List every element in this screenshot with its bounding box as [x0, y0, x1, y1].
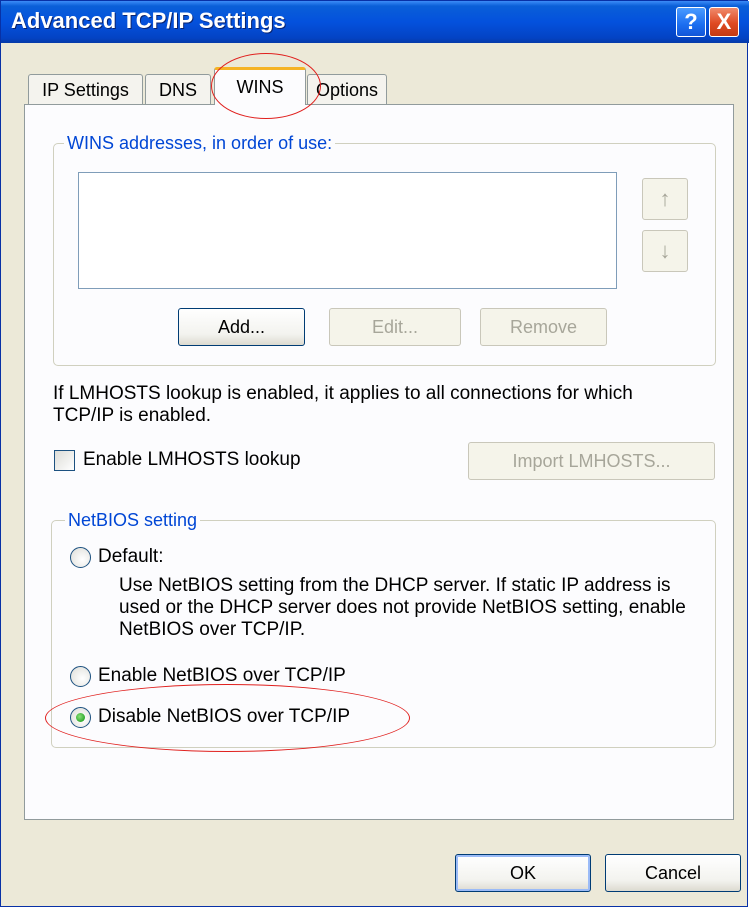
edit-button[interactable]: Edit... [329, 308, 461, 346]
radio-default-label[interactable]: Default: [98, 546, 163, 568]
radio-default[interactable] [70, 547, 91, 568]
edit-button-label: Edit... [371, 316, 419, 337]
wins-group-label: WINS addresses, in order of use: [64, 133, 336, 154]
arrow-up-icon: ↑ [659, 186, 671, 211]
cancel-button[interactable]: Cancel [605, 854, 741, 892]
radio-disable-netbios-label[interactable]: Disable NetBIOS over TCP/IP [98, 706, 350, 728]
move-down-button[interactable]: ↓ [642, 230, 688, 272]
remove-button[interactable]: Remove [480, 308, 607, 346]
radio-selected-dot [76, 713, 85, 722]
wins-addresses-list[interactable] [78, 172, 617, 289]
remove-button-label: Remove [509, 316, 578, 337]
panel-content: WINS addresses, in order of use: ↑ ↓ Add… [1, 1, 749, 908]
lmhosts-info-text: If LMHOSTS lookup is enabled, it applies… [53, 383, 633, 426]
default-description: Use NetBIOS setting from the DHCP server… [119, 575, 686, 640]
annotation-circle-wins-tab [211, 53, 321, 119]
lmhosts-checkbox-label[interactable]: Enable LMHOSTS lookup [83, 449, 301, 471]
radio-enable-netbios-label[interactable]: Enable NetBIOS over TCP/IP [98, 665, 346, 687]
radio-disable-netbios[interactable] [70, 707, 91, 728]
move-up-button[interactable]: ↑ [642, 178, 688, 220]
ok-button-label: OK [509, 862, 536, 883]
ok-button[interactable]: OK [455, 854, 591, 892]
lmhosts-checkbox[interactable] [54, 450, 75, 471]
add-button[interactable]: Add... [178, 308, 305, 346]
radio-enable-netbios[interactable] [70, 666, 91, 687]
import-lmhosts-label: Import LMHOSTS... [512, 450, 671, 471]
netbios-group-label: NetBIOS setting [65, 510, 201, 531]
advanced-tcpip-settings-dialog: Advanced TCP/IP Settings ? X IP Settings… [0, 0, 749, 908]
cancel-button-label: Cancel [644, 862, 702, 883]
arrow-down-icon: ↓ [659, 238, 671, 263]
add-button-label: Add... [217, 316, 266, 337]
import-lmhosts-button[interactable]: Import LMHOSTS... [468, 442, 715, 480]
